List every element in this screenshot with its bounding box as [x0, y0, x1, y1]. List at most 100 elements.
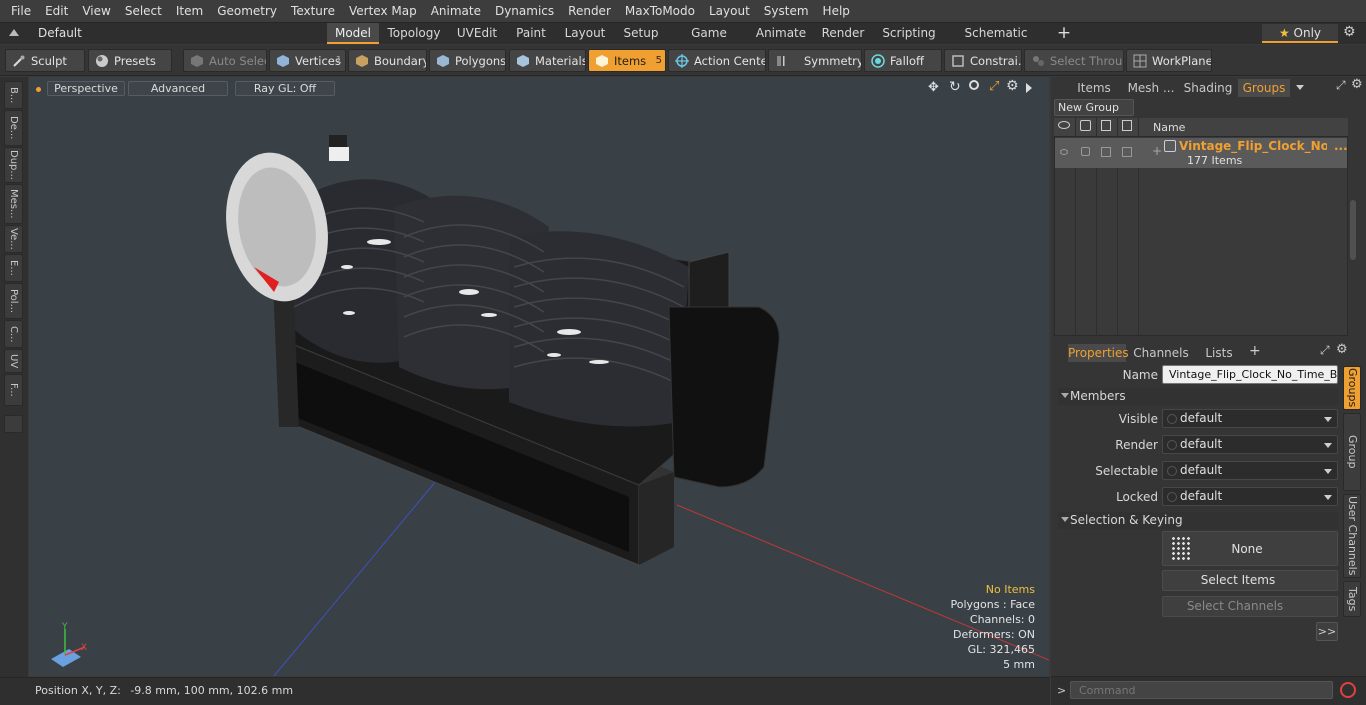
viewport-expand-icon[interactable]	[1026, 83, 1032, 93]
eye-icon[interactable]	[1058, 121, 1070, 129]
row-eye-icon[interactable]	[1060, 149, 1068, 155]
auto-select-button[interactable]: Auto Select	[183, 49, 267, 72]
tab-game-tools[interactable]: Game Tools	[675, 23, 743, 61]
name-field[interactable]: Vintage_Flip_Clock_No_Time_Black	[1162, 365, 1338, 384]
vtab-groups[interactable]: Groups	[1343, 366, 1361, 410]
zoom-view-icon[interactable]	[969, 80, 979, 90]
left-tab-6[interactable]: Pol...	[4, 283, 23, 319]
items-button[interactable]: Items 5	[588, 49, 666, 72]
menu-system[interactable]: System	[757, 0, 816, 22]
tab-shading[interactable]: Shading	[1182, 79, 1234, 97]
3d-viewport[interactable]: Y X Perspective Advanced Ray GL: Off ✥ ↻…	[29, 77, 1049, 676]
expand-button[interactable]: >>	[1316, 622, 1338, 641]
select-icon[interactable]	[1122, 120, 1132, 131]
tab-setup[interactable]: Setup	[620, 23, 662, 44]
tab-lists[interactable]: Lists	[1198, 344, 1240, 362]
menu-help[interactable]: Help	[816, 0, 857, 22]
menu-maxtomodo[interactable]: MaxToModo	[618, 0, 702, 22]
visible-dropdown[interactable]: default	[1162, 409, 1338, 428]
move-view-icon[interactable]: ✥	[928, 80, 939, 95]
viewport-settings-icon[interactable]: ⚙	[1006, 78, 1019, 94]
command-expand-icon[interactable]: >	[1057, 684, 1066, 697]
vertices-button[interactable]: Vertices 1	[269, 49, 346, 72]
viewport-menu-dot[interactable]	[36, 87, 41, 92]
menu-texture[interactable]: Texture	[284, 0, 342, 22]
tab-schematic-fusion[interactable]: Schematic Fusion	[948, 23, 1044, 61]
raygl-dropdown[interactable]: Ray GL: Off	[235, 81, 335, 96]
layout-selector[interactable]: Default Layouts	[30, 23, 130, 61]
row-lock-icon[interactable]	[1101, 147, 1111, 157]
menu-geometry[interactable]: Geometry	[210, 0, 284, 22]
left-tab-9[interactable]: F...	[4, 374, 23, 406]
vtab-group-display[interactable]: Group Display	[1343, 413, 1361, 491]
add-tab-icon[interactable]: +	[1056, 23, 1072, 44]
tab-uvedit[interactable]: UVEdit	[452, 23, 502, 44]
left-tab-toggle[interactable]	[4, 415, 23, 433]
left-tab-4[interactable]: Ve...	[4, 225, 23, 253]
only-toggle[interactable]: ★ Only	[1262, 24, 1338, 43]
groups-settings-icon[interactable]: ⚙	[1351, 77, 1363, 92]
left-tab-1[interactable]: De...	[4, 110, 23, 146]
groups-maximize-icon[interactable]: ⤢	[1336, 78, 1346, 93]
lock-icon[interactable]	[1101, 120, 1111, 131]
menu-dynamics[interactable]: Dynamics	[488, 0, 561, 22]
menu-edit[interactable]: Edit	[38, 0, 75, 22]
action-center-button[interactable]: Action Center	[668, 49, 766, 72]
selectable-dropdown[interactable]: default	[1162, 461, 1338, 480]
name-column-header[interactable]: Name	[1153, 121, 1185, 134]
sculpt-button[interactable]: Sculpt	[5, 49, 85, 72]
tab-items[interactable]: Items	[1068, 79, 1120, 97]
vtab-tags[interactable]: Tags	[1343, 581, 1361, 617]
row-select-icon[interactable]	[1122, 147, 1132, 157]
groups-scrollbar[interactable]	[1350, 200, 1356, 260]
left-tab-7[interactable]: C...	[4, 320, 23, 348]
row-render-icon[interactable]	[1081, 147, 1090, 156]
expand-icon[interactable]: +	[1152, 144, 1162, 158]
constraints-button[interactable]: Constrai...	[944, 49, 1022, 72]
left-tab-3[interactable]: Mes...	[4, 184, 23, 224]
tab-groups[interactable]: Groups	[1238, 79, 1290, 97]
groups-tab-menu-icon[interactable]	[1296, 85, 1304, 90]
properties-settings-icon[interactable]: ⚙	[1336, 342, 1348, 357]
menu-select[interactable]: Select	[118, 0, 169, 22]
menu-view[interactable]: View	[75, 0, 117, 22]
layout-up-icon[interactable]	[9, 29, 19, 36]
properties-maximize-icon[interactable]: ⤢	[1320, 343, 1330, 358]
tab-animate[interactable]: Animate	[755, 23, 807, 44]
selection-keying-section[interactable]: Selection & Keying	[1058, 512, 1338, 529]
left-tab-5[interactable]: E...	[4, 254, 23, 282]
tab-properties[interactable]: Properties	[1068, 344, 1129, 362]
perspective-dropdown[interactable]: Perspective	[47, 81, 125, 96]
symmetry-button[interactable]: Symmetry	[768, 49, 862, 72]
tab-mesh[interactable]: Mesh ...	[1124, 79, 1178, 97]
left-tab-0[interactable]: B...	[4, 81, 23, 109]
tab-scripting[interactable]: Scripting	[880, 23, 938, 44]
record-icon[interactable]	[1340, 682, 1356, 698]
polygons-button[interactable]: Polygons	[429, 49, 506, 72]
tab-topology[interactable]: Topology	[384, 23, 444, 44]
vtab-user-channels[interactable]: User Channels	[1343, 494, 1361, 578]
menu-layout[interactable]: Layout	[702, 0, 757, 22]
tab-layout[interactable]: Layout	[562, 23, 608, 44]
command-input[interactable]	[1070, 681, 1333, 699]
render-icon[interactable]	[1080, 120, 1091, 131]
boundary-button[interactable]: Boundary	[348, 49, 427, 72]
select-items-button[interactable]: Select Items	[1162, 570, 1338, 591]
new-group-button[interactable]: New Group	[1054, 99, 1134, 116]
select-through-button[interactable]: Select Through	[1024, 49, 1124, 72]
menu-file[interactable]: File	[4, 0, 38, 22]
menu-render[interactable]: Render	[561, 0, 618, 22]
left-tab-2[interactable]: Dup...	[4, 147, 23, 183]
maximize-view-icon[interactable]: ⤢	[989, 79, 999, 94]
tab-paint[interactable]: Paint	[511, 23, 551, 44]
tab-render[interactable]: Render	[818, 23, 868, 44]
materials-button[interactable]: Materials	[509, 49, 586, 72]
group-name[interactable]: Vintage_Flip_Clock_No_Ti	[1179, 139, 1327, 153]
shading-dropdown[interactable]: Advanced	[128, 81, 228, 96]
left-tab-8[interactable]: UV	[4, 349, 23, 373]
presets-button[interactable]: Presets	[88, 49, 172, 72]
add-tab-icon[interactable]: +	[1249, 343, 1261, 359]
tab-model[interactable]: Model	[327, 23, 379, 44]
tab-channels[interactable]: Channels	[1133, 344, 1189, 362]
gear-icon[interactable]: ⚙	[1343, 24, 1356, 40]
